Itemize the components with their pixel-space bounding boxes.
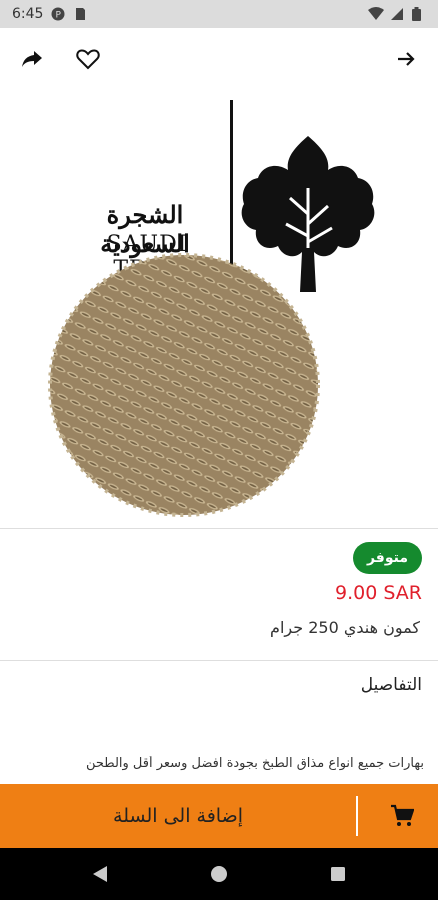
- product-name: كمون هندي 250 جرام: [270, 618, 420, 637]
- app-bar: [0, 28, 438, 90]
- status-bar: 6:45 P: [0, 0, 438, 28]
- cart-icon: [390, 804, 415, 828]
- availability-badge: متوفر: [352, 542, 422, 574]
- home-circle-icon[interactable]: [204, 859, 234, 889]
- battery-icon: [412, 7, 426, 21]
- product-image: الشجرة السعودية SAUDI TREE: [0, 90, 438, 530]
- notification-p-icon: P: [51, 7, 65, 21]
- divider: [0, 528, 438, 529]
- cart-separator: [356, 796, 358, 836]
- product-description: بهارات جميع انواع مذاق الطبخ بجودة افضل …: [86, 756, 424, 771]
- wifi-icon: [368, 7, 384, 21]
- details-title: التفاصيل: [360, 675, 422, 695]
- system-nav-bar: [0, 848, 438, 900]
- back-triangle-icon[interactable]: [85, 859, 115, 889]
- svg-text:P: P: [56, 11, 62, 21]
- add-to-cart-button[interactable]: إضافة الى السلة: [0, 784, 438, 848]
- forward-arrow-icon[interactable]: [392, 45, 420, 73]
- signal-icon: [390, 7, 404, 21]
- share-icon[interactable]: [18, 45, 46, 73]
- divider: [0, 660, 438, 661]
- recents-square-icon[interactable]: [323, 859, 353, 889]
- heart-icon[interactable]: [74, 45, 102, 73]
- status-time: 6:45: [12, 6, 44, 22]
- add-to-cart-label: إضافة الى السلة: [113, 805, 243, 827]
- cumin-seeds-icon: [46, 250, 322, 524]
- sd-card-icon: [73, 7, 87, 21]
- product-price: 9.00 SAR: [335, 582, 422, 604]
